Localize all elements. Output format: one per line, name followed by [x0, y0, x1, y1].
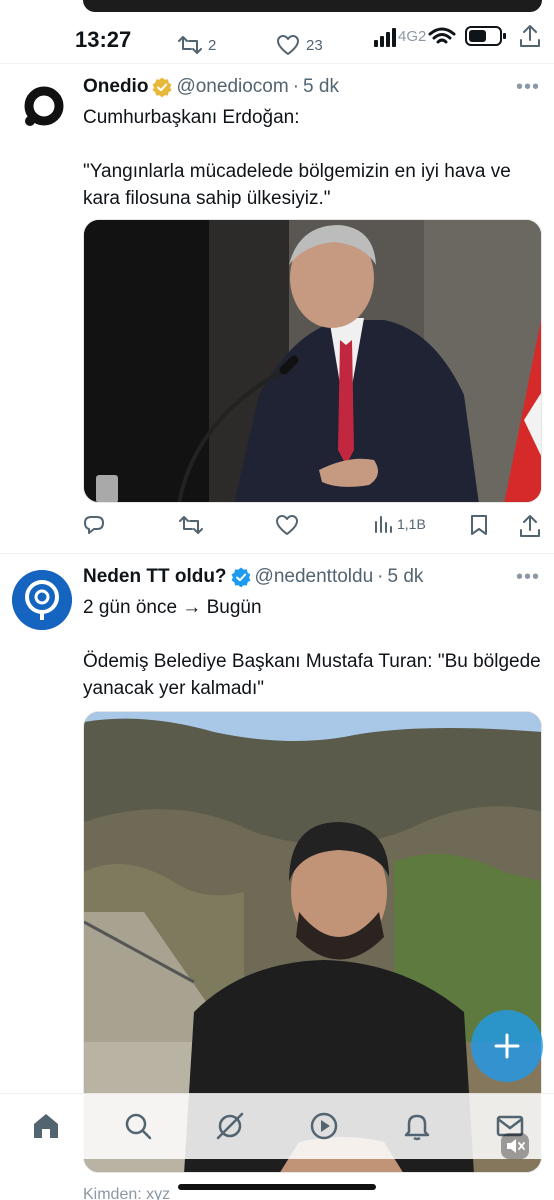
- timestamp[interactable]: 5 dk: [303, 76, 339, 98]
- handle[interactable]: @onediocom: [176, 76, 288, 98]
- nav-notifications[interactable]: [401, 1110, 433, 1142]
- more-options-icon[interactable]: •••: [516, 566, 540, 589]
- previous-tweet-media[interactable]: [83, 0, 542, 12]
- tweet-body: Cumhurbaşkanı Erdoğan: "Yangınlarla müca…: [83, 107, 511, 209]
- tweet-actions: 1,1B: [83, 514, 545, 538]
- retweet-icon: [179, 516, 203, 534]
- tweet-header: Neden TT oldu? @nedenttoldu · 5 dk: [83, 566, 423, 588]
- tweet-header: Onedio @onediocom · 5 dk: [83, 76, 339, 98]
- previous-retweet-button[interactable]: 2: [178, 34, 216, 56]
- network-type: 4G2: [398, 28, 427, 45]
- timestamp[interactable]: 5 dk: [387, 566, 423, 588]
- tweet-text: 2 gün önce → Bugün Ödemiş Belediye Başka…: [83, 594, 545, 702]
- separator: ·: [377, 566, 384, 587]
- views-icon: [375, 516, 392, 533]
- status-bar: 13:27 2 23 4G2: [0, 12, 554, 58]
- bookmark-button[interactable]: [470, 514, 488, 536]
- heart-icon: [277, 35, 299, 55]
- tweet-onedio[interactable]: Onedio @onediocom · 5 dk ••• Cumhurbaşka…: [0, 64, 554, 554]
- bottom-navigation: [0, 1093, 554, 1159]
- speaker-muted-icon: [507, 1139, 525, 1153]
- verified-blue-badge-icon: [231, 567, 250, 587]
- heart-icon: [276, 515, 298, 535]
- bookmark-icon: [471, 515, 487, 535]
- avatar-nedenttoldu[interactable]: [12, 570, 72, 630]
- like-button[interactable]: [275, 514, 299, 536]
- share-button[interactable]: [519, 514, 541, 538]
- search-icon: [125, 1113, 152, 1140]
- verified-gold-badge-icon: [153, 77, 172, 97]
- from-label: Kimden: xyz: [83, 1186, 171, 1200]
- views-count: 1,1B: [397, 516, 426, 532]
- tweet-text: Cumhurbaşkanı Erdoğan: "Yangınlarla müca…: [83, 104, 545, 212]
- home-icon: [34, 1114, 58, 1138]
- tweet-photo[interactable]: [83, 219, 542, 503]
- previous-like-count: 23: [306, 36, 323, 54]
- onedio-logo-icon: [24, 86, 64, 126]
- nav-search[interactable]: [122, 1110, 154, 1142]
- photo-erdogan-podium: [84, 220, 541, 502]
- wifi-icon: [428, 27, 456, 44]
- retweet-icon: [178, 36, 202, 54]
- previous-like-button[interactable]: 23: [276, 34, 323, 56]
- more-options-icon[interactable]: •••: [516, 76, 540, 99]
- mute-button[interactable]: [501, 1133, 529, 1159]
- nav-home[interactable]: [30, 1110, 62, 1142]
- reply-icon: [84, 516, 104, 534]
- reply-button[interactable]: [83, 514, 105, 536]
- separator: ·: [292, 76, 300, 97]
- home-indicator[interactable]: [178, 1184, 376, 1190]
- share-icon[interactable]: [519, 24, 541, 48]
- display-name[interactable]: Neden TT oldu?: [83, 566, 227, 588]
- nedenttoldu-logo-icon: [12, 570, 72, 630]
- display-name[interactable]: Onedio: [83, 76, 148, 98]
- share-icon: [520, 515, 540, 537]
- nav-videos[interactable]: [308, 1110, 340, 1142]
- compose-button[interactable]: [471, 1010, 543, 1082]
- nav-grok[interactable]: [214, 1110, 246, 1142]
- previous-retweet-count: 2: [208, 36, 217, 54]
- status-time: 13:27: [75, 27, 132, 52]
- handle[interactable]: @nedenttoldu: [255, 566, 374, 588]
- avatar-onedio[interactable]: [12, 76, 72, 136]
- tweet-body: 2 gün önce → Bugün Ödemiş Belediye Başka…: [83, 597, 541, 699]
- notifications-icon: [404, 1114, 430, 1141]
- views-button[interactable]: 1,1B: [373, 514, 426, 534]
- plus-icon: [494, 1033, 520, 1059]
- grok-icon: [216, 1112, 244, 1140]
- battery-icon: [465, 26, 506, 46]
- retweet-button[interactable]: [179, 514, 203, 536]
- video-icon: [310, 1112, 338, 1140]
